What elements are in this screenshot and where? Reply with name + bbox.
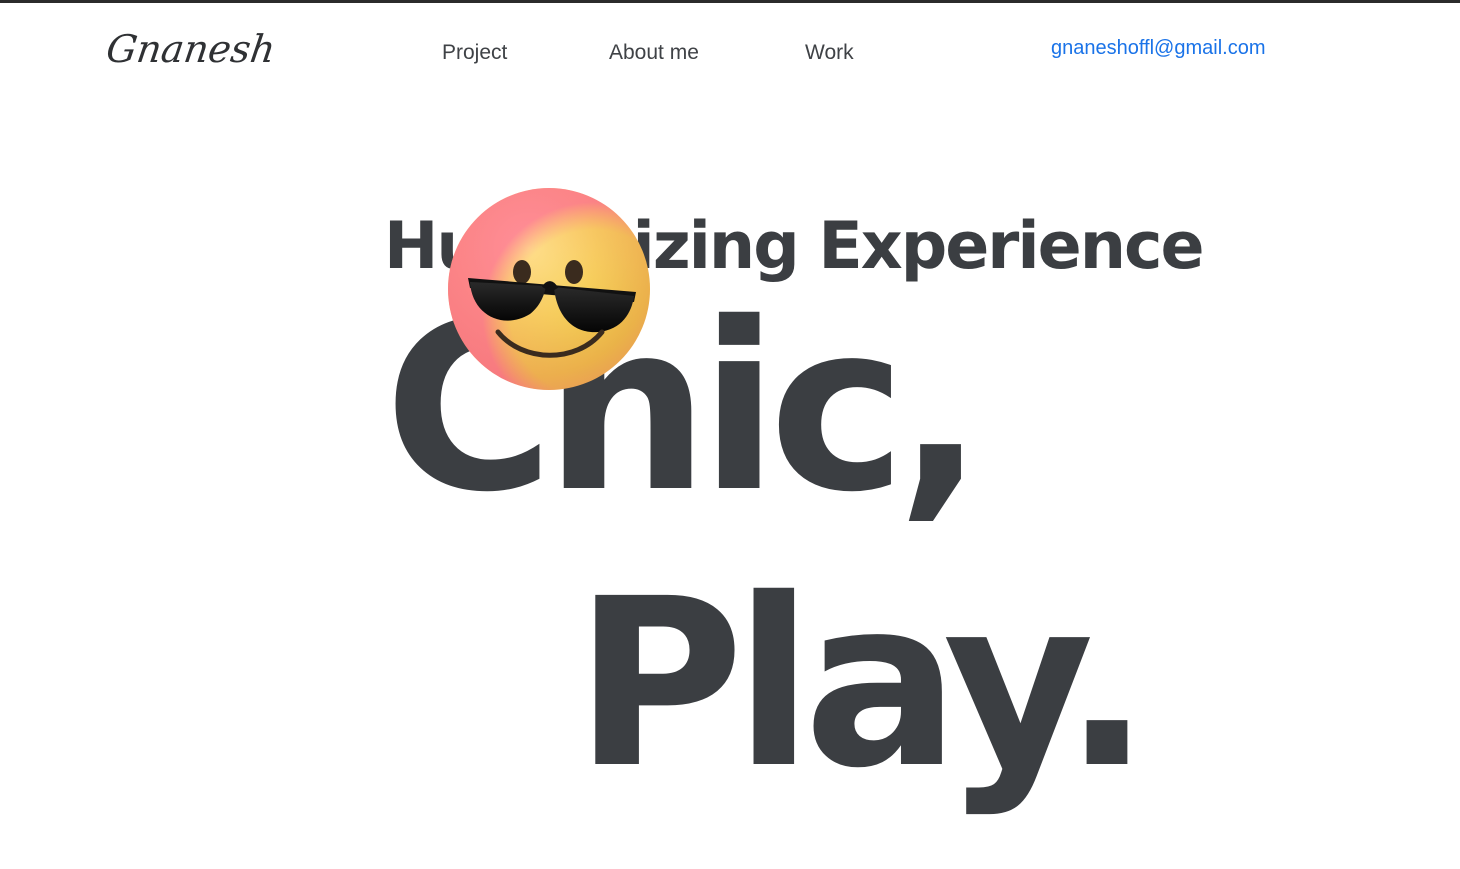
hero-headline-line-2: Play. — [574, 549, 1151, 819]
logo[interactable]: Gnanesh — [104, 27, 279, 71]
top-border — [0, 0, 1460, 3]
nav-link-work[interactable]: Work — [805, 42, 854, 63]
nav-link-project[interactable]: Project — [442, 42, 507, 63]
sunglasses-smiley-icon — [446, 186, 652, 392]
nav-link-about-me[interactable]: About me — [609, 42, 699, 63]
email-link[interactable]: gnaneshoffl@gmail.com — [1051, 38, 1266, 58]
